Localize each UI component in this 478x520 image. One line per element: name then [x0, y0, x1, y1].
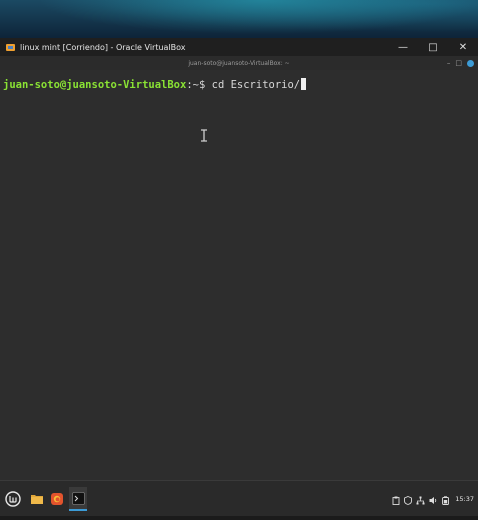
terminal-maximize-button[interactable]: □ [455, 59, 462, 67]
text-cursor [301, 78, 307, 90]
virtualbox-title: linux mint [Corriendo] - Oracle VirtualB… [20, 42, 186, 52]
firefox-icon[interactable] [48, 487, 66, 511]
files-icon[interactable] [28, 487, 46, 511]
menu-icon[interactable] [2, 487, 24, 511]
volume-icon[interactable] [429, 490, 438, 509]
desktop-wallpaper [0, 0, 478, 40]
virtualbox-titlebar: linux mint [Corriendo] - Oracle VirtualB… [0, 38, 478, 56]
prompt-user: juan-soto@juansoto-VirtualBox [3, 79, 187, 91]
terminal-icon[interactable] [69, 487, 87, 511]
clock[interactable]: 15:37 [455, 495, 474, 503]
battery-icon[interactable] [442, 490, 450, 509]
prompt-separator: :~$ [186, 79, 212, 91]
system-tray: 15:37 [392, 481, 474, 517]
terminal-close-button[interactable] [467, 59, 474, 67]
virtualbox-window: linux mint [Corriendo] - Oracle VirtualB… [0, 38, 478, 520]
virtualbox-statusbar [0, 516, 478, 520]
terminal-window-controls: – □ [447, 56, 474, 70]
network-icon[interactable] [416, 490, 425, 509]
command-text: cd Escritorio/ [211, 79, 301, 91]
guest-display[interactable]: juan-soto@juansoto-VirtualBox: ~ – □ jua… [0, 56, 478, 517]
terminal-title: juan-soto@juansoto-VirtualBox: ~ [188, 59, 290, 67]
virtualbox-icon [5, 42, 16, 53]
clipboard-icon[interactable] [392, 490, 400, 509]
terminal-output[interactable]: juan-soto@juansoto-VirtualBox:~$ cd Escr… [0, 70, 478, 480]
terminal-titlebar: juan-soto@juansoto-VirtualBox: ~ – □ [0, 56, 478, 70]
taskbar: 15:37 [0, 480, 478, 517]
minimize-button[interactable]: — [388, 38, 418, 56]
close-button[interactable]: ✕ [448, 38, 478, 56]
shield-icon[interactable] [404, 490, 413, 509]
maximize-button[interactable]: □ [418, 38, 448, 56]
window-controls: — □ ✕ [388, 38, 478, 56]
terminal-minimize-button[interactable]: – [447, 59, 451, 67]
prompt-line: juan-soto@juansoto-VirtualBox:~$ cd Escr… [3, 78, 307, 91]
ibeam-cursor-icon [201, 129, 207, 142]
